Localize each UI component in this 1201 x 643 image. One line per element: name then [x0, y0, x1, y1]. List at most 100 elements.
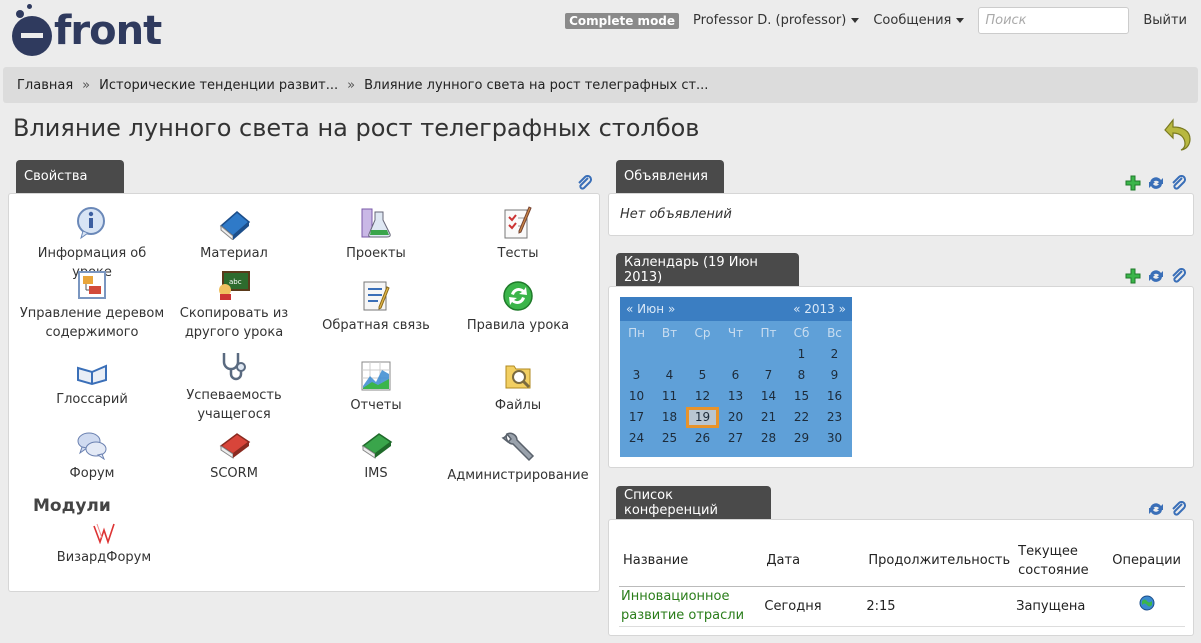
- calendar-day[interactable]: 17: [620, 407, 653, 428]
- calendar-day[interactable]: 28: [752, 428, 785, 449]
- lesson-rules-item[interactable]: Правила урока: [443, 280, 593, 335]
- calendar-day[interactable]: 29: [785, 428, 818, 449]
- prev-year-button[interactable]: «: [793, 302, 800, 316]
- feedback-item[interactable]: Обратная связь: [301, 280, 451, 335]
- properties-tab[interactable]: Свойства: [16, 160, 124, 193]
- calendar-day[interactable]: 21: [752, 407, 785, 428]
- calendar-tab[interactable]: Календарь (19 Июн 2013): [616, 253, 799, 286]
- calendar-day[interactable]: 14: [752, 386, 785, 407]
- calendar-day[interactable]: 23: [818, 407, 851, 428]
- calendar-day[interactable]: 1: [785, 344, 818, 365]
- calendar-empty-cell: [620, 344, 653, 365]
- next-month-button[interactable]: »: [668, 302, 675, 316]
- content-tree-item[interactable]: Управление деревом содержимого: [17, 270, 167, 342]
- month-selector[interactable]: « Июн »: [626, 302, 675, 316]
- chevron-down-icon: [956, 18, 965, 23]
- item-label: SCORM: [210, 466, 258, 481]
- messages-menu[interactable]: Сообщения: [873, 13, 965, 28]
- calendar-day[interactable]: 4: [653, 365, 686, 386]
- paperclip-icon[interactable]: [1171, 501, 1187, 517]
- calendar-day[interactable]: 27: [719, 428, 752, 449]
- user-menu[interactable]: Professor D. (professor): [693, 13, 860, 28]
- feedback-icon: [363, 281, 390, 311]
- logout-link[interactable]: Выйти: [1143, 13, 1187, 28]
- refresh-icon[interactable]: [1148, 175, 1164, 191]
- student-progress-item[interactable]: Успеваемость учащегося: [159, 350, 309, 424]
- join-conference-icon[interactable]: [1139, 595, 1155, 611]
- paperclip-icon[interactable]: [577, 175, 593, 191]
- calendar-day[interactable]: 16: [818, 386, 851, 407]
- projects-item[interactable]: Проекты: [301, 206, 451, 263]
- calendar-empty-cell: [752, 344, 785, 365]
- next-year-button[interactable]: »: [839, 302, 846, 316]
- calendar-day[interactable]: 5: [686, 365, 719, 386]
- paperclip-icon[interactable]: [1171, 268, 1187, 284]
- calendar-day[interactable]: 3: [620, 365, 653, 386]
- calendar-day[interactable]: 7: [752, 365, 785, 386]
- search-input[interactable]: [978, 7, 1130, 34]
- conference-name-link[interactable]: Инновационное развитие отрасли: [619, 586, 763, 627]
- logo-text: front: [54, 8, 162, 54]
- calendar-day[interactable]: 12: [686, 386, 719, 407]
- info-icon: [77, 207, 105, 240]
- calendar-day[interactable]: 13: [719, 386, 752, 407]
- calendar-day[interactable]: 6: [719, 365, 752, 386]
- calendar-day[interactable]: 22: [785, 407, 818, 428]
- files-item[interactable]: Файлы: [443, 360, 593, 415]
- efront-logo[interactable]: front: [12, 4, 172, 56]
- calendar-day[interactable]: 11: [653, 386, 686, 407]
- calendar-day[interactable]: 20: [719, 407, 752, 428]
- calendar-day[interactable]: 24: [620, 428, 653, 449]
- ims-item[interactable]: IMS: [301, 430, 451, 483]
- material-item[interactable]: Материал: [159, 206, 309, 263]
- wizard-forum-module[interactable]: ВизардФорум: [29, 522, 179, 567]
- logo-dot: [27, 4, 32, 9]
- announcements-tab[interactable]: Объявления: [616, 160, 724, 193]
- calendar-day[interactable]: 10: [620, 386, 653, 407]
- calendar-day[interactable]: 30: [818, 428, 851, 449]
- year-selector[interactable]: « 2013 »: [793, 302, 846, 316]
- calendar-day[interactable]: 15: [785, 386, 818, 407]
- reports-item[interactable]: Отчеты: [301, 360, 451, 415]
- mode-badge[interactable]: Complete mode: [565, 12, 680, 29]
- calendar-day[interactable]: 9: [818, 365, 851, 386]
- breadcrumb-separator: »: [347, 77, 356, 93]
- refresh-icon[interactable]: [1148, 268, 1164, 284]
- calendar-day[interactable]: 18: [653, 407, 686, 428]
- add-icon[interactable]: [1125, 175, 1141, 191]
- files-icon: [505, 365, 531, 389]
- scorm-item[interactable]: SCORM: [159, 430, 309, 483]
- weekday-header: Пт: [760, 326, 777, 340]
- item-label: Форум: [69, 466, 115, 481]
- calendar-today[interactable]: 19: [686, 407, 719, 428]
- column-header-date[interactable]: Дата: [762, 536, 865, 587]
- column-header-duration[interactable]: Продолжительность: [864, 536, 1015, 587]
- tests-item[interactable]: Тесты: [443, 206, 593, 263]
- svg-text:abc: abc: [229, 278, 242, 286]
- copy-lesson-item[interactable]: abc Скопировать из другого урока: [159, 270, 309, 342]
- calendar-day[interactable]: 25: [653, 428, 686, 449]
- paperclip-icon[interactable]: [1171, 175, 1187, 191]
- refresh-icon[interactable]: [1148, 501, 1164, 517]
- breadcrumb-home[interactable]: Главная: [17, 78, 73, 93]
- add-icon[interactable]: [1125, 268, 1141, 284]
- item-label: ВизардФорум: [56, 550, 152, 565]
- conferences-table: Название Дата Продолжительность Текущее …: [619, 536, 1185, 627]
- column-header-status[interactable]: Текущее состояние: [1014, 536, 1109, 587]
- calendar-days-grid: Пн Вт Ср Чт Пт Сб Вс 1 2 3 4 5 6 7 8 9 10 11 12 13 14 15 16 17 1…: [620, 321, 852, 449]
- breadcrumb-course[interactable]: Исторические тенденции развит...: [99, 78, 338, 93]
- calendar-day[interactable]: 8: [785, 365, 818, 386]
- column-header-name[interactable]: Название: [619, 536, 763, 587]
- conferences-tab[interactable]: Список конференций: [616, 486, 771, 519]
- forum-item[interactable]: Форум: [17, 430, 167, 483]
- glossary-item[interactable]: Глоссарий: [17, 360, 167, 409]
- item-label: Успеваемость учащегося: [186, 388, 282, 422]
- book-icon: [219, 211, 251, 240]
- administration-item[interactable]: Администрирование: [443, 430, 593, 485]
- prev-month-button[interactable]: «: [626, 302, 633, 316]
- back-arrow-icon[interactable]: [1163, 118, 1191, 152]
- calendar-day[interactable]: 26: [686, 428, 719, 449]
- calendar-day[interactable]: 2: [818, 344, 851, 365]
- breadcrumb-lesson[interactable]: Влияние лунного света на рост телеграфны…: [364, 78, 708, 93]
- calendar-header: « Июн » « 2013 »: [620, 297, 852, 321]
